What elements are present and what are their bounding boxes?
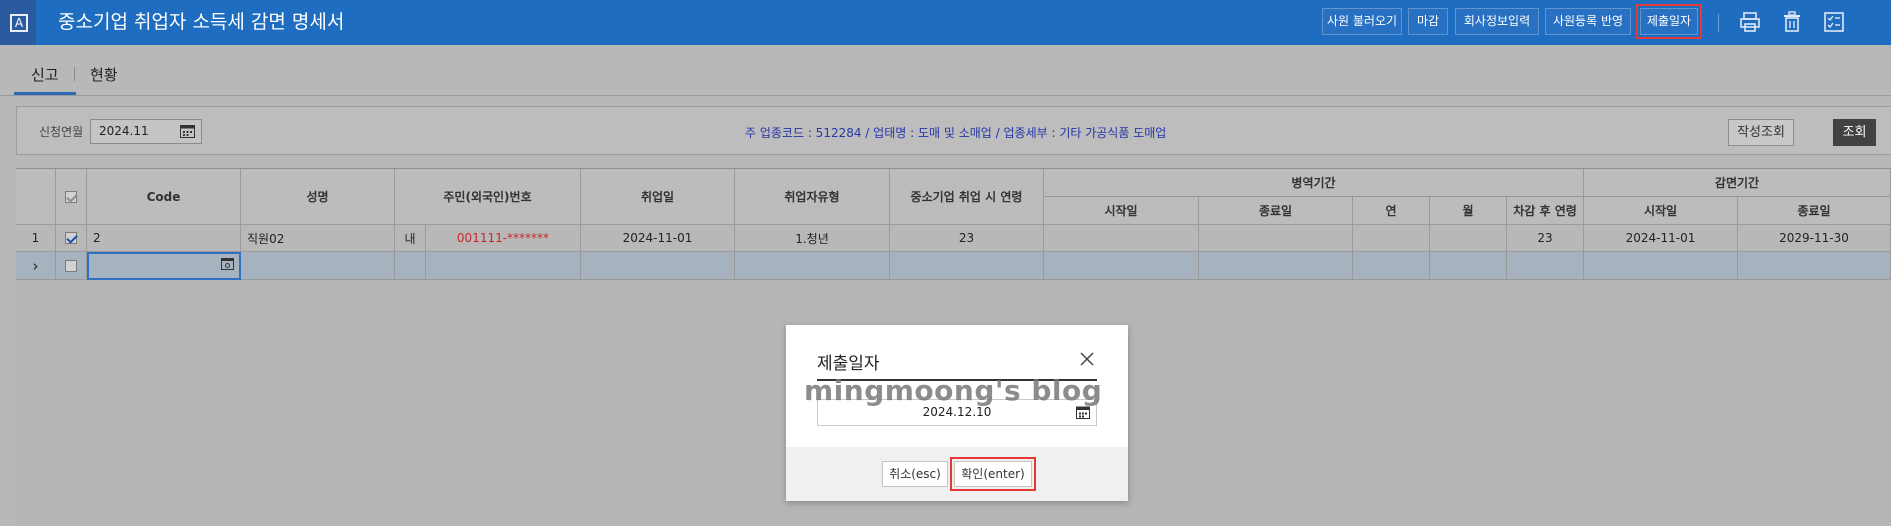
title-bar: A 중소기업 취업자 소득세 감면 명세서 사원 불러오기 마감 회사정보입력 … (0, 0, 1891, 45)
period-input[interactable]: 2024.11 (90, 119, 202, 144)
business-info: 주 업종코드 : 512284 / 업태명 : 도매 및 소매업 / 업종세부 … (745, 126, 1167, 140)
header-reduction-period: 감면기간 (1584, 169, 1891, 197)
new-row-hire-date[interactable] (581, 252, 735, 280)
new-row-select[interactable] (56, 252, 87, 280)
code-lookup-icon[interactable] (221, 258, 234, 270)
header-military-months[interactable]: 월 (1430, 197, 1507, 225)
dialog-title: 제출일자 (817, 354, 880, 374)
submission-date-dialog: 제출일자 2024.12.10 mingmoong's blog 취소(esc)… (786, 325, 1128, 501)
row-index: 1 (16, 225, 56, 252)
cell-military-start[interactable] (1044, 225, 1199, 252)
header-military-end[interactable]: 종료일 (1199, 197, 1353, 225)
cell-resident-no[interactable]: 001111-******* (426, 225, 581, 252)
new-row-military-years[interactable] (1353, 252, 1430, 280)
header-resident-no[interactable]: 주민(외국인)번호 (395, 169, 581, 225)
cell-nationality[interactable]: 내 (395, 225, 426, 252)
header-select-all[interactable] (56, 169, 87, 225)
confirm-button[interactable]: 확인(enter) (950, 457, 1036, 491)
submission-date-button[interactable]: 제출일자 (1636, 4, 1702, 39)
checklist-icon[interactable] (1822, 10, 1846, 34)
new-row-military-end[interactable] (1199, 252, 1353, 280)
new-row-reduction-start[interactable] (1584, 252, 1738, 280)
load-employees-button[interactable]: 사원 불러오기 (1322, 8, 1402, 35)
cell-military-months[interactable] (1430, 225, 1507, 252)
tab-bar: 신고 현황 (0, 45, 1891, 96)
filter-bar: 신청연월 2024.11 주 업종코드 : 512284 / 업태명 : 도매 … (16, 106, 1891, 155)
header-index (16, 169, 56, 225)
header-reduction-end[interactable]: 종료일 (1738, 197, 1891, 225)
toolbar-divider (1718, 14, 1719, 32)
cell-name[interactable]: 직원02 (241, 225, 395, 252)
new-row-reduction-end[interactable] (1738, 252, 1891, 280)
cell-reduction-start[interactable]: 2024-11-01 (1584, 225, 1738, 252)
new-row-marker: › (16, 252, 56, 280)
submission-date-value: 2024.12.10 (922, 405, 992, 419)
close-period-button[interactable]: 마감 (1408, 8, 1448, 35)
tab-report[interactable]: 신고 (31, 64, 59, 85)
tab-divider (74, 67, 75, 81)
header-name[interactable]: 성명 (241, 169, 395, 225)
header-code[interactable]: Code (87, 169, 241, 225)
header-age-at-hire[interactable]: 중소기업 취업 시 연령 (890, 169, 1044, 225)
cell-hire-date[interactable]: 2024-11-01 (581, 225, 735, 252)
cell-reduction-end[interactable]: 2029-11-30 (1738, 225, 1891, 252)
header-hire-date[interactable]: 취업일 (581, 169, 735, 225)
cell-employee-type[interactable]: 1.청년 (735, 225, 890, 252)
header-military-start[interactable]: 시작일 (1044, 197, 1199, 225)
blog-watermark: mingmoong's blog (804, 374, 1103, 407)
new-row-age-after-deduction[interactable] (1507, 252, 1584, 280)
close-icon[interactable] (1079, 351, 1095, 367)
new-row-military-start[interactable] (1044, 252, 1199, 280)
row-checkbox[interactable] (65, 232, 77, 244)
calendar-icon[interactable] (180, 124, 195, 138)
cell-military-end[interactable] (1199, 225, 1353, 252)
app-logo-letter: A (10, 14, 28, 32)
header-age-after-deduction[interactable]: 차감 후 연령 (1507, 197, 1584, 225)
header-military-years[interactable]: 연 (1353, 197, 1430, 225)
new-row-code-input[interactable] (87, 252, 241, 280)
delete-icon[interactable] (1780, 10, 1804, 34)
row-select[interactable] (56, 225, 87, 252)
period-label: 신청연월 (39, 125, 84, 139)
new-row-military-months[interactable] (1430, 252, 1507, 280)
cell-code[interactable]: 2 (87, 225, 241, 252)
header-military-period: 병역기간 (1044, 169, 1584, 197)
cell-age-after-deduction[interactable]: 23 (1507, 225, 1584, 252)
new-row-checkbox[interactable] (65, 259, 77, 272)
cell-age-at-hire[interactable]: 23 (890, 225, 1044, 252)
apply-employee-registration-button[interactable]: 사원등록 반영 (1545, 8, 1631, 35)
cell-military-years[interactable] (1353, 225, 1430, 252)
print-icon[interactable] (1738, 10, 1762, 34)
calendar-icon[interactable] (1076, 406, 1090, 419)
tab-status[interactable]: 현황 (90, 64, 118, 85)
write-query-button[interactable]: 작성조회 (1728, 119, 1794, 146)
header-reduction-start[interactable]: 시작일 (1584, 197, 1738, 225)
page-title: 중소기업 취업자 소득세 감면 명세서 (58, 11, 345, 33)
company-info-button[interactable]: 회사정보입력 (1455, 8, 1539, 35)
select-all-checkbox[interactable] (65, 190, 77, 203)
new-row-nationality[interactable] (395, 252, 426, 280)
new-row-age-at-hire[interactable] (890, 252, 1044, 280)
active-tab-indicator (14, 92, 76, 95)
new-row-name[interactable] (241, 252, 395, 280)
period-value: 2024.11 (99, 124, 149, 138)
app-logo: A (0, 0, 36, 45)
new-row-employee-type[interactable] (735, 252, 890, 280)
cancel-button[interactable]: 취소(esc) (882, 461, 948, 487)
new-row-resident-no[interactable] (426, 252, 581, 280)
query-button[interactable]: 조회 (1833, 119, 1876, 146)
header-employee-type[interactable]: 취업자유형 (735, 169, 890, 225)
